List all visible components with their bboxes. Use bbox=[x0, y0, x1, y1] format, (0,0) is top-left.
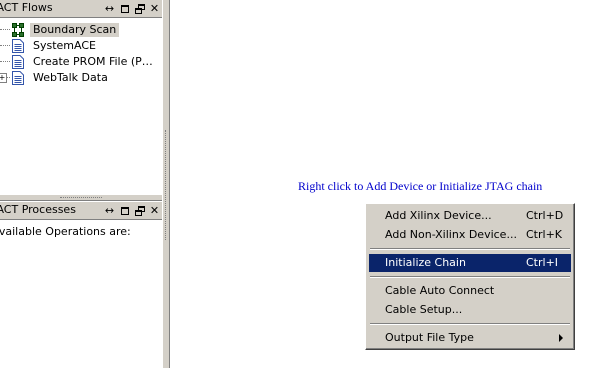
menu-item-cable-setup[interactable]: Cable Setup... bbox=[369, 301, 571, 319]
workspace-hint: Right click to Add Device or Initialize … bbox=[298, 179, 543, 193]
restore-icon[interactable] bbox=[134, 3, 145, 14]
context-menu: Add Xilinx Device... Ctrl+D Add Non-Xili… bbox=[365, 203, 575, 350]
menu-item-shortcut: Ctrl+D bbox=[526, 209, 564, 222]
menu-item-shortcut: Ctrl+K bbox=[526, 228, 563, 241]
menu-item-add-non-xilinx-device[interactable]: Add Non-Xilinx Device... Ctrl+K bbox=[369, 226, 571, 244]
flows-panel-header: iMPACT Flows ↔ ✕ bbox=[0, 0, 162, 18]
document-icon bbox=[12, 55, 24, 69]
grip-icon bbox=[165, 130, 168, 240]
close-icon[interactable]: ✕ bbox=[149, 205, 160, 216]
processes-panel-title: iMPACT Processes bbox=[0, 203, 76, 216]
menu-item-initialize-chain[interactable]: Initialize Chain Ctrl+I bbox=[369, 254, 571, 272]
maximize-icon[interactable] bbox=[119, 3, 130, 14]
flows-panel-controls: ↔ ✕ bbox=[104, 0, 160, 17]
tree-item-label: WebTalk Data bbox=[33, 71, 108, 84]
document-icon bbox=[12, 71, 24, 85]
float-icon[interactable]: ↔ bbox=[104, 3, 115, 14]
tree-item-label: Create PROM File (P… bbox=[33, 55, 153, 68]
menu-item-output-file-type[interactable]: Output File Type bbox=[369, 329, 571, 347]
menu-item-shortcut: Ctrl+I bbox=[526, 256, 559, 269]
left-column: iMPACT Flows ↔ ✕ Boundary Scan bbox=[0, 0, 162, 368]
menu-item-label: Cable Auto Connect bbox=[385, 284, 495, 297]
float-icon[interactable]: ↔ bbox=[104, 205, 115, 216]
flows-panel-title: iMPACT Flows bbox=[0, 1, 53, 14]
close-icon[interactable]: ✕ bbox=[149, 3, 160, 14]
tree-item-webtalk-data[interactable]: + WebTalk Data bbox=[0, 70, 162, 86]
restore-icon[interactable] bbox=[134, 205, 145, 216]
maximize-icon[interactable] bbox=[119, 205, 130, 216]
menu-item-label: Add Xilinx Device... bbox=[385, 209, 492, 222]
document-icon bbox=[12, 39, 24, 53]
horizontal-splitter[interactable] bbox=[0, 194, 162, 201]
grip-icon bbox=[60, 197, 102, 200]
tree-item-systemace[interactable]: SystemACE bbox=[0, 38, 162, 54]
menu-item-label: Add Non-Xilinx Device... bbox=[385, 228, 517, 241]
menu-separator bbox=[370, 248, 570, 250]
expand-icon[interactable]: + bbox=[0, 73, 7, 83]
menu-separator bbox=[370, 276, 570, 278]
menu-item-label: Initialize Chain bbox=[385, 256, 466, 269]
tree-item-create-prom-file[interactable]: Create PROM File (P… bbox=[0, 54, 162, 70]
boundary-scan-icon bbox=[12, 23, 24, 37]
tree-item-label: SystemACE bbox=[33, 39, 96, 52]
submenu-arrow-icon bbox=[559, 334, 563, 342]
tree-item-boundary-scan[interactable]: Boundary Scan bbox=[0, 22, 162, 38]
menu-item-label: Output File Type bbox=[385, 331, 474, 344]
tree-item-label: Boundary Scan bbox=[30, 23, 120, 37]
menu-item-add-xilinx-device[interactable]: Add Xilinx Device... Ctrl+D bbox=[369, 207, 571, 225]
available-operations-text: Available Operations are: bbox=[0, 225, 131, 238]
menu-item-cable-auto-connect[interactable]: Cable Auto Connect bbox=[369, 282, 571, 300]
menu-item-label: Cable Setup... bbox=[385, 303, 463, 316]
menu-separator bbox=[370, 323, 570, 325]
processes-panel-header: iMPACT Processes ↔ ✕ bbox=[0, 202, 162, 220]
flows-tree: Boundary Scan SystemACE Create PROM File… bbox=[0, 22, 162, 86]
processes-panel-controls: ↔ ✕ bbox=[104, 202, 160, 219]
vertical-splitter[interactable] bbox=[162, 0, 170, 368]
